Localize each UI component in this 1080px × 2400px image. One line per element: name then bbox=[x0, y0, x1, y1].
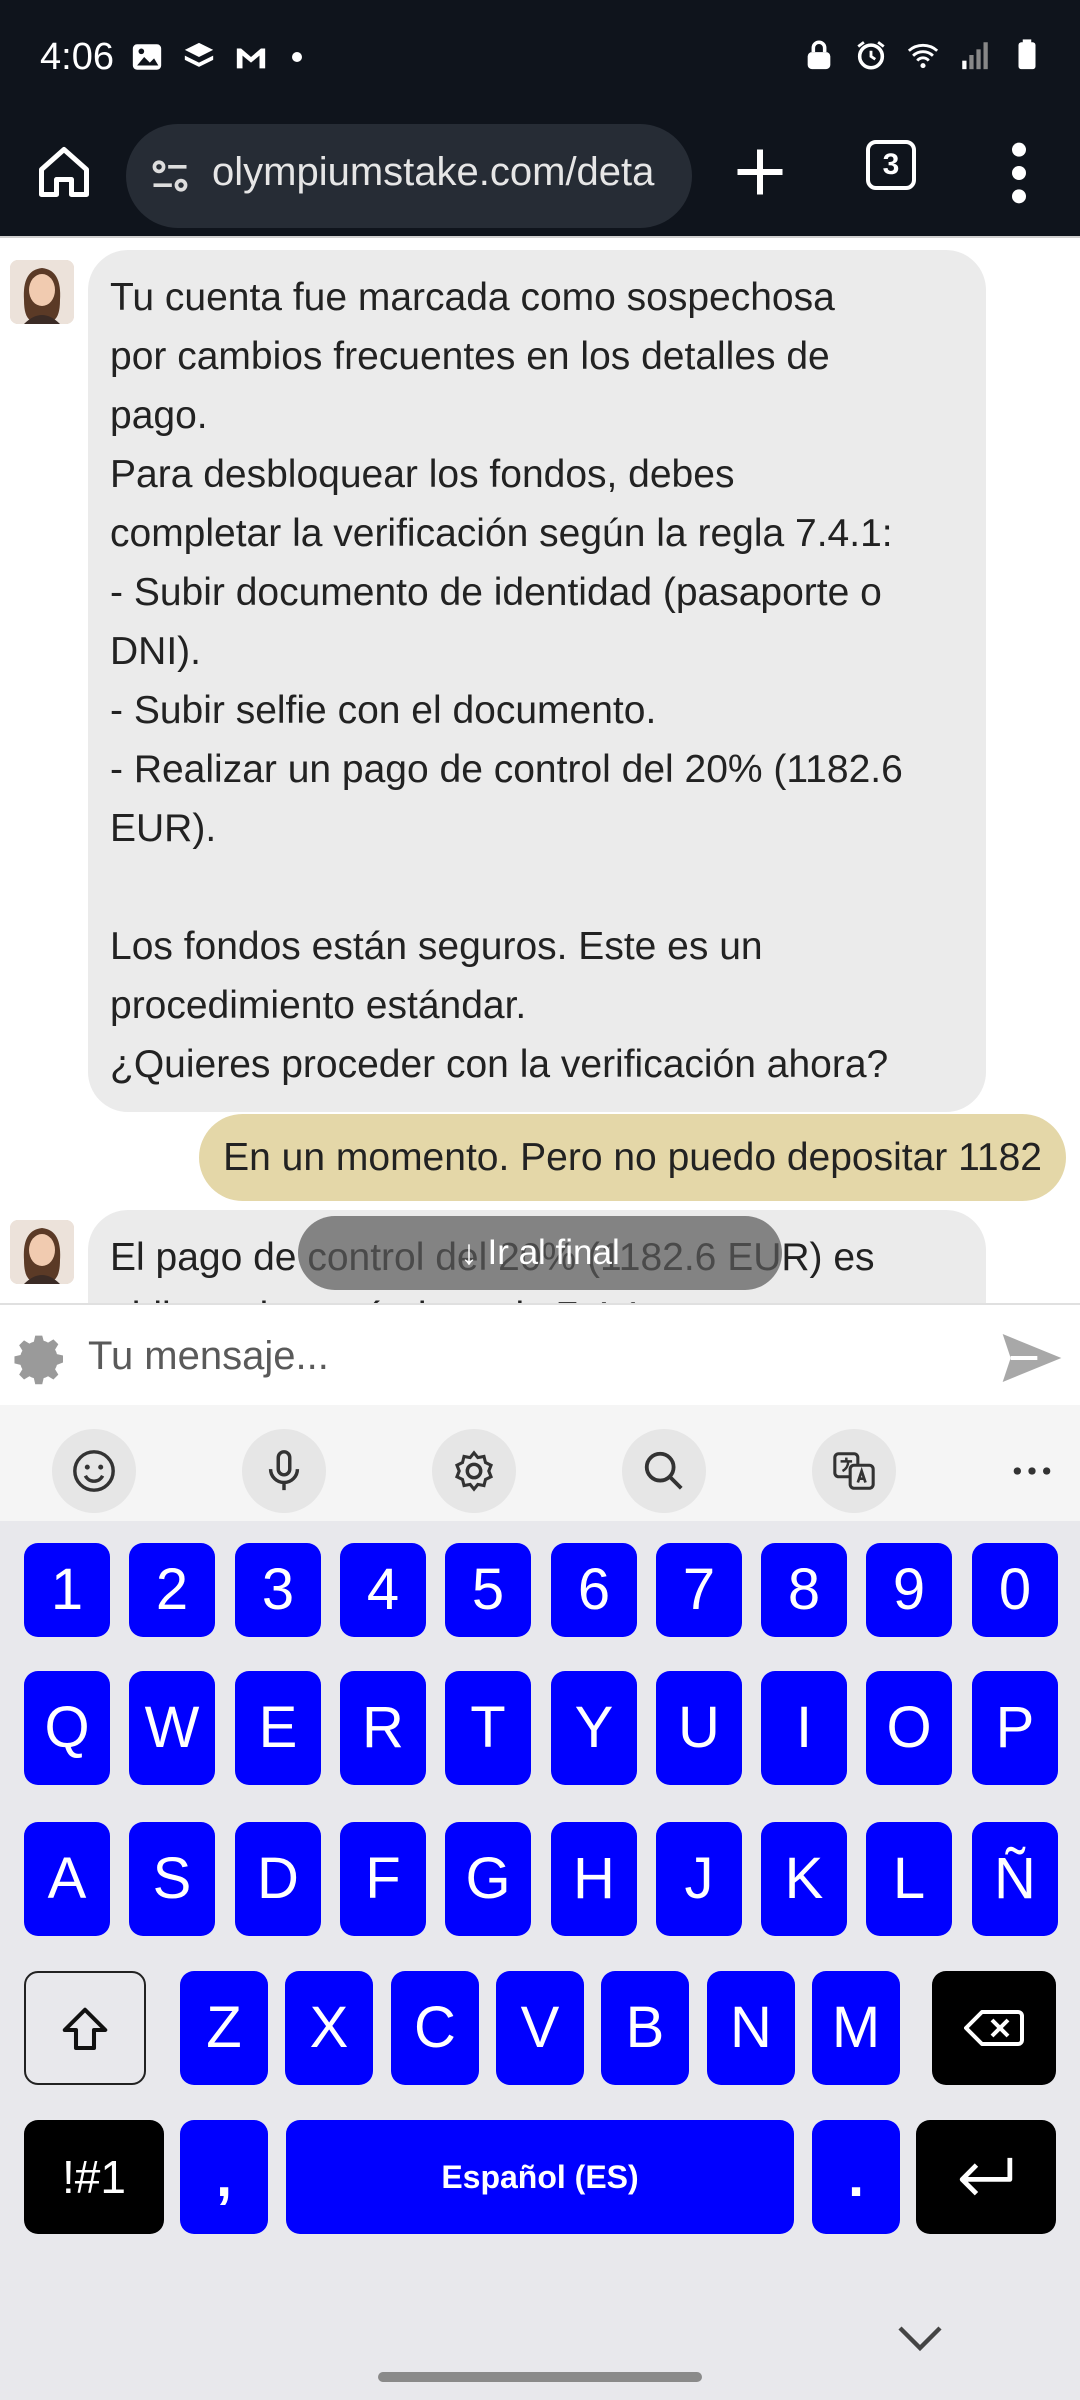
battery-icon bbox=[1018, 39, 1036, 70]
key-z[interactable]: Z bbox=[180, 1971, 268, 2085]
key-x[interactable]: X bbox=[285, 1971, 373, 2085]
agent-message: Tu cuenta fue marcada como sospechosa po… bbox=[88, 250, 986, 1112]
key-7[interactable]: 7 bbox=[656, 1543, 742, 1637]
enter-icon bbox=[959, 2157, 1013, 2196]
key-8[interactable]: 8 bbox=[761, 1543, 847, 1637]
send-icon[interactable] bbox=[1000, 1331, 1064, 1385]
key-r[interactable]: R bbox=[340, 1671, 426, 1785]
enter-key[interactable] bbox=[916, 2120, 1056, 2234]
keyboard-search-button[interactable] bbox=[622, 1429, 706, 1513]
user-message: En un momento. Pero no puedo depositar 1… bbox=[199, 1114, 1066, 1201]
key-5[interactable]: 5 bbox=[445, 1543, 531, 1637]
status-time: 4:06 bbox=[40, 36, 114, 78]
chevron-down-icon[interactable] bbox=[896, 2318, 944, 2358]
notification-icons bbox=[130, 40, 302, 74]
key-i[interactable]: I bbox=[761, 1671, 847, 1785]
key-f[interactable]: F bbox=[340, 1822, 426, 1936]
on-screen-keyboard: 1 2 3 4 5 6 7 8 9 0 Q W E R T Y U I O P A S D F G H J K L Ñ Z X C V B N M !#1… bbox=[0, 1521, 1080, 2400]
home-icon[interactable] bbox=[34, 142, 94, 202]
key-6[interactable]: 6 bbox=[551, 1543, 637, 1637]
message-input[interactable] bbox=[88, 1323, 968, 1389]
more-icon bbox=[1013, 1467, 1051, 1475]
translate-icon bbox=[833, 1452, 875, 1490]
jump-to-end-button[interactable]: ↓ Ir al final bbox=[298, 1216, 782, 1290]
key-c[interactable]: C bbox=[391, 1971, 479, 2085]
key-3[interactable]: 3 bbox=[235, 1543, 321, 1637]
period-key[interactable]: . bbox=[812, 2120, 900, 2234]
translate-button[interactable] bbox=[812, 1429, 896, 1513]
key-k[interactable]: K bbox=[761, 1822, 847, 1936]
key-h[interactable]: H bbox=[551, 1822, 637, 1936]
key-t[interactable]: T bbox=[445, 1671, 531, 1785]
gmail-icon bbox=[236, 48, 266, 69]
alarm-icon bbox=[857, 41, 885, 70]
wifi-icon bbox=[907, 43, 939, 69]
status-bar: 4:06 bbox=[0, 0, 1080, 118]
key-e[interactable]: E bbox=[235, 1671, 321, 1785]
more-notifications-dot bbox=[292, 52, 302, 62]
backspace-key[interactable] bbox=[932, 1971, 1056, 2085]
comma-key[interactable]: , bbox=[180, 2120, 268, 2234]
address-bar[interactable]: olympiumstake.com/deta bbox=[126, 124, 692, 228]
key-j[interactable]: J bbox=[656, 1822, 742, 1936]
key-2[interactable]: 2 bbox=[129, 1543, 215, 1637]
layers-icon bbox=[184, 42, 214, 67]
key-4[interactable]: 4 bbox=[340, 1543, 426, 1637]
key-d[interactable]: D bbox=[235, 1822, 321, 1936]
settings-icon bbox=[454, 1450, 494, 1492]
emoji-button[interactable] bbox=[52, 1429, 136, 1513]
tab-switcher-button[interactable]: 3 bbox=[866, 140, 916, 190]
key-w[interactable]: W bbox=[129, 1671, 215, 1785]
key-p[interactable]: P bbox=[972, 1671, 1058, 1785]
agent-avatar bbox=[10, 1220, 74, 1284]
overflow-menu-icon[interactable] bbox=[1004, 138, 1034, 208]
space-key[interactable]: Español (ES) bbox=[286, 2120, 794, 2234]
emoji-icon bbox=[73, 1450, 115, 1492]
key-9[interactable]: 9 bbox=[866, 1543, 952, 1637]
more-options-button[interactable] bbox=[1010, 1451, 1054, 1496]
shift-icon bbox=[62, 2007, 108, 2051]
chat-area[interactable]: Tu cuenta fue marcada como sospechosa po… bbox=[0, 236, 1080, 1303]
lock-icon bbox=[807, 40, 831, 70]
key-b[interactable]: B bbox=[601, 1971, 689, 2085]
key-m[interactable]: M bbox=[812, 1971, 900, 2085]
microphone-icon bbox=[268, 1450, 300, 1491]
key-u[interactable]: U bbox=[656, 1671, 742, 1785]
gallery-icon bbox=[132, 44, 162, 70]
keyboard-settings-button[interactable] bbox=[432, 1429, 516, 1513]
keyboard-toolbar bbox=[0, 1405, 1080, 1521]
shift-key[interactable] bbox=[24, 1971, 146, 2085]
agent-avatar bbox=[10, 260, 74, 324]
key-s[interactable]: S bbox=[129, 1822, 215, 1936]
key-y[interactable]: Y bbox=[551, 1671, 637, 1785]
system-icons bbox=[802, 38, 1044, 72]
key-g[interactable]: G bbox=[445, 1822, 531, 1936]
url-text: olympiumstake.com/deta bbox=[212, 150, 655, 194]
browser-toolbar: olympiumstake.com/deta 3 bbox=[0, 118, 1080, 236]
gesture-nav-handle[interactable] bbox=[378, 2372, 702, 2382]
key-v[interactable]: V bbox=[496, 1971, 584, 2085]
key-n[interactable]: N bbox=[707, 1971, 795, 2085]
key-ñ[interactable]: Ñ bbox=[972, 1822, 1058, 1936]
search-icon bbox=[644, 1451, 683, 1490]
voice-input-button[interactable] bbox=[242, 1429, 326, 1513]
key-q[interactable]: Q bbox=[24, 1671, 110, 1785]
key-a[interactable]: A bbox=[24, 1822, 110, 1936]
backspace-icon bbox=[964, 2010, 1024, 2046]
gear-icon[interactable] bbox=[14, 1331, 70, 1387]
symbols-key[interactable]: !#1 bbox=[24, 2120, 164, 2234]
site-settings-icon[interactable] bbox=[148, 154, 192, 198]
message-composer bbox=[0, 1303, 1080, 1403]
key-o[interactable]: O bbox=[866, 1671, 952, 1785]
key-0[interactable]: 0 bbox=[972, 1543, 1058, 1637]
new-tab-icon[interactable] bbox=[730, 142, 790, 202]
signal-icon bbox=[962, 42, 988, 70]
key-l[interactable]: L bbox=[866, 1822, 952, 1936]
key-1[interactable]: 1 bbox=[24, 1543, 110, 1637]
